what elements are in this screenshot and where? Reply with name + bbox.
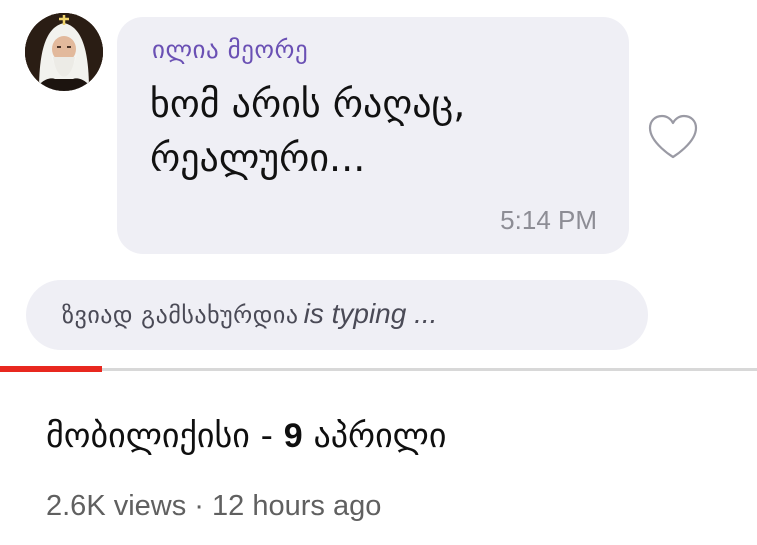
heart-icon[interactable] bbox=[646, 113, 700, 161]
message-timestamp: 5:14 PM bbox=[500, 205, 597, 235]
message-bubble[interactable]: ილია მეორე ხომ არის რაღაც, რეალური... 5:… bbox=[117, 17, 629, 254]
video-title[interactable]: მობილიქისი - 9 აპრილი bbox=[46, 416, 446, 456]
message-line: რეალური... bbox=[150, 136, 366, 180]
sender-name[interactable]: ილია მეორე bbox=[152, 35, 308, 64]
message-line: ხომ არის რაღაც, bbox=[150, 82, 466, 126]
typing-status-text: is typing ... bbox=[303, 298, 438, 329]
message-text: ხომ არის რაღაც, რეალური... bbox=[150, 77, 610, 185]
avatar[interactable] bbox=[25, 13, 103, 91]
meta-separator: · bbox=[194, 490, 204, 522]
video-title-part: მობილიქისი - bbox=[46, 416, 284, 456]
video-progress-fill bbox=[0, 366, 103, 372]
video-title-number: 9 bbox=[283, 417, 303, 455]
avatar-image bbox=[25, 13, 103, 91]
upload-time: 12 hours ago bbox=[212, 490, 382, 522]
typing-user-name: ზვიად გამსახურდია bbox=[62, 301, 299, 329]
video-progress-bar[interactable] bbox=[0, 366, 757, 372]
view-count: 2.6K views bbox=[46, 490, 187, 522]
chat-area: ილია მეორე ხომ არის რაღაც, რეალური... 5:… bbox=[0, 0, 757, 368]
video-metadata: 2.6K views · 12 hours ago bbox=[46, 490, 381, 523]
video-title-part: აპრილი bbox=[302, 416, 447, 456]
typing-indicator: ზვიად გამსახურდია is typing ... bbox=[26, 280, 648, 350]
